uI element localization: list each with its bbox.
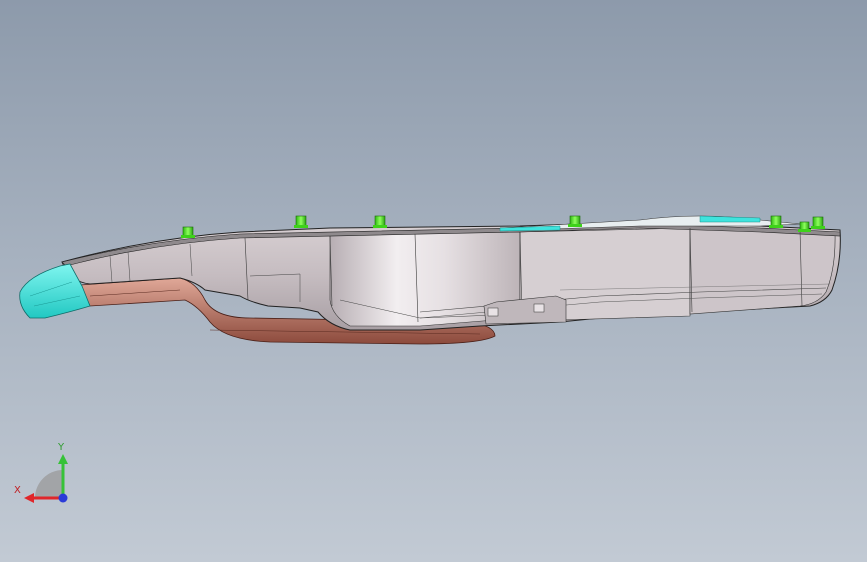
stud[interactable] [769,215,783,228]
housing-body[interactable] [61,215,841,331]
lamp-housing-model[interactable] [0,0,867,562]
stud[interactable] [568,215,582,227]
triad-plane-icon [35,470,63,498]
stud[interactable] [294,215,308,228]
stud[interactable] [373,215,387,228]
y-axis-label: Y [58,442,65,453]
z-axis-dot [58,493,68,503]
orientation-triad: Y X [10,440,80,510]
x-axis-label: X [14,485,21,496]
triad-graphic [24,454,68,503]
stud[interactable] [181,226,195,238]
cad-viewport[interactable]: Y X [0,0,867,562]
stud[interactable] [811,216,825,229]
stud[interactable] [798,221,811,232]
